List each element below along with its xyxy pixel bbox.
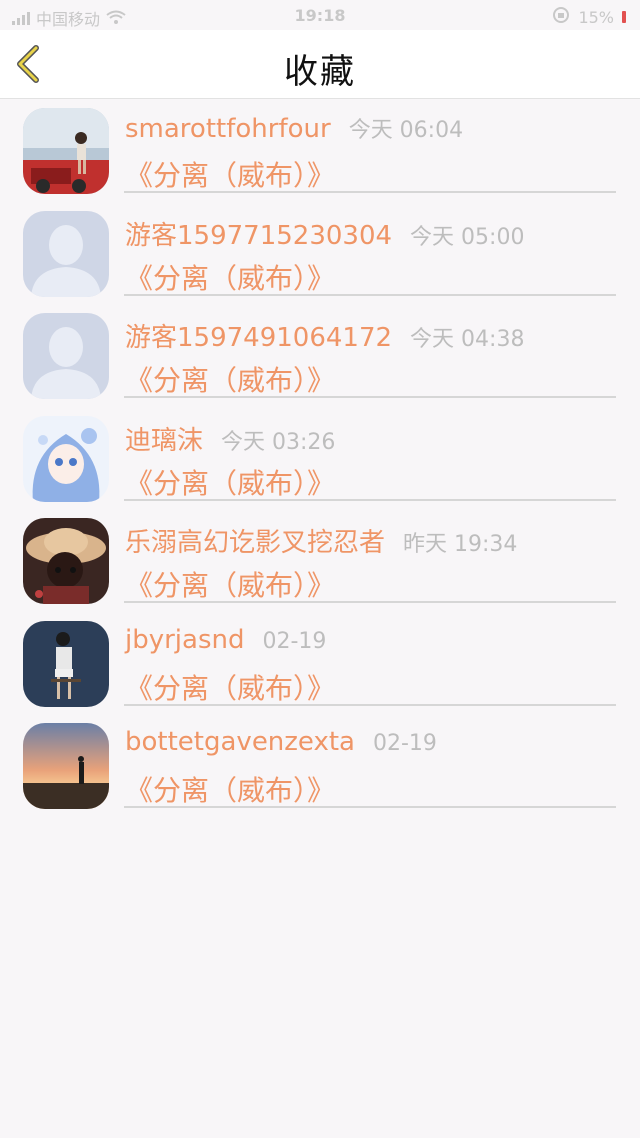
divider [124, 498, 616, 501]
timestamp: 昨天 19:34 [403, 532, 518, 557]
sunset-avatar-icon[interactable] [23, 723, 109, 809]
row-header: jbyrjasnd 02-19 [125, 625, 326, 655]
row-header: bottetgavenzexta 02-19 [125, 727, 437, 757]
list-item[interactable]: 乐溺高幻讫影叉挖忍者 昨天 19:34 《分离（威布）》 [0, 510, 640, 613]
timestamp: 今天 05:00 [410, 224, 525, 250]
photo-avatar-icon[interactable] [23, 108, 109, 194]
anime-avatar-icon[interactable] [23, 415, 109, 502]
battery-percent: 15% [578, 7, 614, 27]
row-header: 乐溺高幻讫影叉挖忍者 昨天 19:34 [125, 522, 517, 559]
timestamp: 今天 03:26 [221, 429, 336, 455]
list-item[interactable]: 游客1597491064172 今天 04:38 《分离（威布）》 [0, 305, 640, 408]
song-title[interactable]: 《分离（威布）》 [125, 769, 335, 809]
list-item[interactable]: jbyrjasnd 02-19 《分离（威布）》 [0, 613, 640, 716]
battery-icon [622, 11, 626, 23]
user-name[interactable]: 游客1597715230304 [125, 215, 392, 252]
divider [124, 396, 616, 398]
user-name[interactable]: 迪璃沫 [125, 420, 203, 457]
default-person-avatar-icon[interactable] [23, 210, 109, 297]
list-item[interactable]: 迪璃沫 今天 03:26 《分离（威布）》 [0, 408, 640, 511]
song-title[interactable]: 《分离（威布）》 [125, 462, 335, 502]
user-name[interactable]: smarottfohrfour [125, 114, 331, 144]
photo-avatar-icon[interactable] [23, 620, 109, 707]
song-title[interactable]: 《分离（威布）》 [125, 564, 335, 604]
divider [124, 601, 616, 603]
timestamp: 02-19 [373, 731, 437, 756]
divider [124, 806, 616, 808]
timestamp: 02-19 [262, 628, 327, 654]
song-title[interactable]: 《分离（威布）》 [125, 667, 335, 707]
doll-avatar-icon[interactable] [23, 518, 109, 604]
favorites-list: smarottfohrfour 今天 06:04 《分离（威布）》 游客1597… [0, 100, 640, 818]
orientation-lock-icon [552, 6, 570, 28]
list-item[interactable]: 游客1597715230304 今天 05:00 《分离（威布）》 [0, 203, 640, 306]
status-time: 19:18 [294, 6, 346, 25]
row-header: 游客1597715230304 今天 05:00 [125, 215, 524, 252]
divider [124, 293, 616, 296]
page-title: 收藏 [284, 52, 356, 92]
row-header: smarottfohrfour 今天 06:04 [125, 112, 463, 144]
list-item[interactable]: smarottfohrfour 今天 06:04 《分离（威布）》 [0, 100, 640, 203]
navigation-bar: 收藏 [0, 30, 640, 99]
default-person-avatar-icon[interactable] [23, 313, 109, 399]
user-name[interactable]: 乐溺高幻讫影叉挖忍者 [125, 522, 385, 559]
row-header: 迪璃沫 今天 03:26 [125, 420, 335, 457]
timestamp: 今天 06:04 [348, 118, 464, 143]
timestamp: 今天 04:38 [410, 327, 525, 352]
song-title[interactable]: 《分离（威布）》 [125, 359, 335, 399]
status-right: 15% [552, 6, 626, 28]
user-name[interactable]: jbyrjasnd [125, 625, 245, 655]
list-item[interactable]: bottetgavenzexta 02-19 《分离（威布）》 [0, 715, 640, 818]
status-bar: 中国移动 19:18 15% [0, 0, 640, 30]
user-name[interactable]: bottetgavenzexta [125, 727, 355, 757]
divider [124, 191, 616, 193]
user-name[interactable]: 游客1597491064172 [125, 317, 392, 354]
divider [124, 703, 616, 706]
song-title[interactable]: 《分离（威布）》 [125, 257, 335, 297]
row-header: 游客1597491064172 今天 04:38 [125, 317, 524, 354]
song-title[interactable]: 《分离（威布）》 [125, 154, 335, 194]
